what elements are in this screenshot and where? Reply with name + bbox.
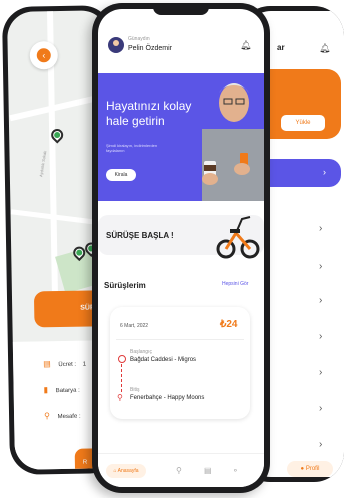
- chevron-right-icon[interactable]: ›: [319, 261, 322, 272]
- rides-title: Sürüşlerim: [104, 281, 146, 290]
- ride-card[interactable]: 6 Mart, 2022 ₺24 Başlangıç Bağdat Caddes…: [110, 307, 250, 419]
- chevron-right-icon[interactable]: ›: [319, 223, 322, 234]
- ride-price: ₺24: [220, 319, 238, 330]
- chevron-right-icon[interactable]: ›: [319, 403, 322, 414]
- chevron-right-icon[interactable]: ›: [319, 439, 322, 450]
- end-point-icon: ⚲: [117, 393, 123, 402]
- end-address: Fenerbahçe - Happy Moons: [130, 395, 205, 401]
- street-label: Aydınlık Sokak: [38, 150, 48, 178]
- back-arrow-icon: ‹: [36, 48, 51, 63]
- scooter-icon: [216, 216, 260, 259]
- end-label: Bitiş: [130, 387, 140, 393]
- chevron-right-icon[interactable]: ›: [319, 295, 322, 306]
- greeting: Günaydın: [128, 36, 150, 42]
- battery-label: Batarya :: [55, 387, 80, 395]
- bell-icon[interactable]: 🔔︎: [240, 40, 251, 51]
- price-value: 1: [82, 361, 87, 368]
- chevron-right-icon: ›: [323, 167, 326, 177]
- ride-date: 6 Mart, 2022: [120, 323, 149, 329]
- home-screen: Günaydın Pelin Özdemir 🔔︎ Hayatınızı kol…: [98, 9, 264, 487]
- home-label: Anasayfa: [117, 468, 139, 474]
- start-point-icon: [118, 355, 126, 363]
- promo-banner[interactable]: Hayatınızı kolay hale getirin Şimdi kira…: [98, 73, 264, 201]
- wallet-icon: ▤: [43, 359, 51, 369]
- distance-label: Mesafe :: [57, 413, 81, 421]
- right-title: ar: [277, 43, 285, 52]
- banner-title: Hayatınızı kolay hale getirin: [106, 99, 192, 128]
- home-tab[interactable]: ⌂ Anasayfa: [106, 464, 146, 478]
- location-icon: ⚲: [43, 411, 51, 421]
- user-icon: ●: [300, 466, 305, 472]
- location-tab-icon[interactable]: ⚲: [176, 466, 182, 475]
- scooter-pin[interactable]: [70, 244, 88, 263]
- center-phone: Günaydın Pelin Özdemir 🔔︎ Hayatınızı kol…: [92, 3, 270, 493]
- bottom-nav: ⌂ Anasayfa ⚲ ▤ ⚬: [98, 453, 264, 487]
- wallet-tab-icon[interactable]: ▤: [204, 466, 212, 475]
- avatar[interactable]: [108, 37, 124, 53]
- phone-notch: [153, 3, 209, 15]
- profile-tab[interactable]: ● Profil: [287, 461, 333, 477]
- see-all-link[interactable]: Hepsini Gör: [222, 281, 248, 287]
- chevron-right-icon[interactable]: ›: [319, 367, 322, 378]
- load-button[interactable]: Yükle: [281, 115, 325, 131]
- man-photo: [202, 83, 264, 201]
- user-name: Pelin Özdemir: [128, 45, 172, 52]
- start-address: Bağdat Caddesi - Migros: [130, 357, 197, 363]
- profile-label: Profil: [305, 466, 320, 472]
- scooter-pin[interactable]: [48, 126, 66, 145]
- start-label: Başlangıç: [130, 349, 152, 355]
- start-ride-label: SÜRÜŞE BAŞLA !: [106, 231, 174, 240]
- banner-subtitle: Şimdi kiralayın, indirimlerden faydalanı…: [106, 143, 158, 153]
- start-ride-card[interactable]: SÜRÜŞE BAŞLA !: [98, 215, 264, 259]
- battery-icon: ▮: [43, 385, 49, 395]
- chevron-right-icon[interactable]: ›: [319, 331, 322, 342]
- home-icon: ⌂: [113, 468, 117, 474]
- price-label: Ücret :: [58, 361, 77, 369]
- bell-icon[interactable]: 🔔︎: [319, 43, 330, 54]
- profile-tab-icon[interactable]: ⚬: [232, 466, 239, 475]
- rent-button[interactable]: Kirala: [106, 169, 136, 181]
